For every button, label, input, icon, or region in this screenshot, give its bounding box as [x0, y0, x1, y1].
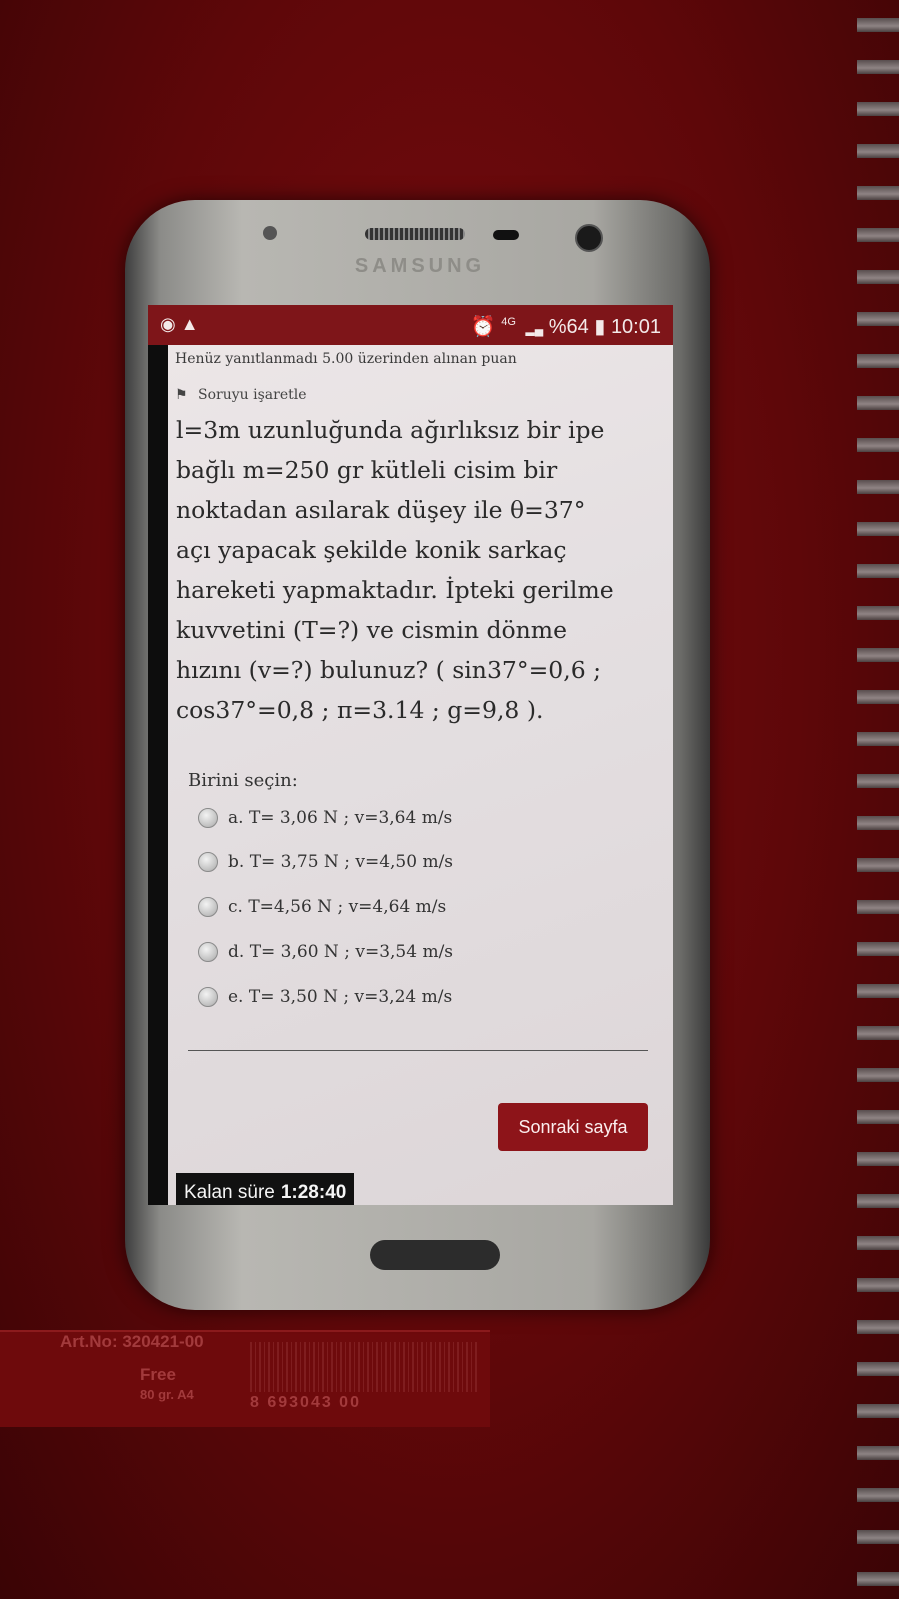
home-button[interactable] [370, 1240, 500, 1270]
choose-label: Birini seçin: [188, 770, 298, 791]
answer-option-d[interactable]: d. T= 3,60 N ; v=3,54 m/s [198, 937, 453, 967]
paper-spec: 80 gr. A4 [140, 1387, 194, 1402]
alarm-icon: ⏰ [470, 316, 496, 338]
art-number: Art.No: 320421-00 [60, 1332, 204, 1351]
flag-icon: ⚑ [175, 387, 188, 403]
radio-button[interactable] [198, 897, 218, 917]
question-line: cos37°=0,8 ; π=3.14 ; g=9,8 ). [176, 696, 544, 724]
option-label: a. T= 3,06 N ; v=3,64 m/s [228, 808, 453, 828]
status-bar: ◉ ▲ ⏰ 4G ▂▄ %64 ▮ 10:01 [148, 305, 673, 345]
radio-button[interactable] [198, 942, 218, 962]
free-label: Free [140, 1365, 176, 1384]
option-label: e. T= 3,50 N ; v=3,24 m/s [228, 987, 453, 1007]
timer-label: Kalan süre [184, 1182, 275, 1203]
question-status: Henüz yanıtlanmadı 5.00 üzerinden alınan… [175, 351, 517, 367]
divider [188, 1050, 648, 1051]
option-label: d. T= 3,60 N ; v=3,54 m/s [228, 942, 454, 962]
question-line: noktadan asılarak düşey ile θ=37° [176, 496, 586, 524]
radio-button[interactable] [198, 852, 218, 872]
question-text: l=3m uzunluğunda ağırlıksız bir ipe bağl… [176, 410, 666, 730]
bag-icon: ◉ [160, 314, 176, 334]
proximity-sensor-icon [493, 230, 519, 240]
front-camera-icon [575, 224, 603, 252]
flag-label: Soruyu işaretle [198, 387, 307, 403]
question-line: açı yapacak şekilde konik sarkaç [176, 536, 567, 564]
option-label: c. T=4,56 N ; v=4,64 m/s [228, 897, 447, 917]
answer-option-c[interactable]: c. T=4,56 N ; v=4,64 m/s [198, 892, 446, 922]
question-line: kuvvetini (T=?) ve cismin dönme [176, 616, 567, 644]
phone-screen: ◉ ▲ ⏰ 4G ▂▄ %64 ▮ 10:01 Henüz yanıtlanma… [148, 305, 673, 1205]
notebook-spiral [857, 0, 899, 1599]
time-remaining: Kalan süre 1:28:40 [176, 1173, 355, 1205]
brand-logo: SAMSUNG [354, 255, 486, 277]
barcode-number: 8 693043 00 [250, 1394, 361, 1411]
warning-icon: ▲ [180, 314, 199, 334]
question-line: hareketi yapmaktadır. İpteki gerilme [176, 576, 614, 604]
signal-icon: ▂▄ [525, 322, 544, 336]
answer-option-a[interactable]: a. T= 3,06 N ; v=3,64 m/s [198, 803, 452, 833]
option-label: b. T= 3,75 N ; v=4,50 m/s [228, 852, 454, 872]
answer-option-b[interactable]: b. T= 3,75 N ; v=4,50 m/s [198, 847, 453, 877]
flag-question-link[interactable]: ⚑ Soruyu işaretle [175, 387, 307, 403]
battery-percent: %64 [548, 316, 589, 338]
radio-button[interactable] [198, 808, 218, 828]
status-right: ⏰ 4G ▂▄ %64 ▮ 10:01 [471, 314, 661, 339]
next-page-button[interactable]: Sonraki sayfa [498, 1103, 648, 1151]
answer-option-e[interactable]: e. T= 3,50 N ; v=3,24 m/s [198, 982, 452, 1012]
phone-top-bezel: SAMSUNG [125, 200, 710, 310]
sensor-icon [263, 226, 277, 240]
question-line: bağlı m=250 gr kütleli cisim bir [176, 456, 558, 484]
speaker-grille [365, 228, 465, 240]
notebook-label: Art.No: 320421-00 Free 80 gr. A4 8 69304… [0, 1330, 490, 1427]
question-line: hızını (v=?) bulunuz? ( sin37°=0,6 ; [176, 656, 602, 684]
timer-value: 1:28:40 [280, 1182, 347, 1203]
radio-button[interactable] [198, 987, 218, 1007]
clock: 10:01 [610, 316, 661, 338]
question-line: l=3m uzunluğunda ağırlıksız bir ipe [176, 416, 605, 444]
network-type: 4G [501, 316, 516, 329]
quiz-content: Henüz yanıtlanmadı 5.00 üzerinden alınan… [168, 345, 673, 1205]
barcode [250, 1342, 480, 1392]
notification-icons: ◉ ▲ [160, 314, 199, 335]
battery-icon: ▮ [594, 316, 606, 338]
